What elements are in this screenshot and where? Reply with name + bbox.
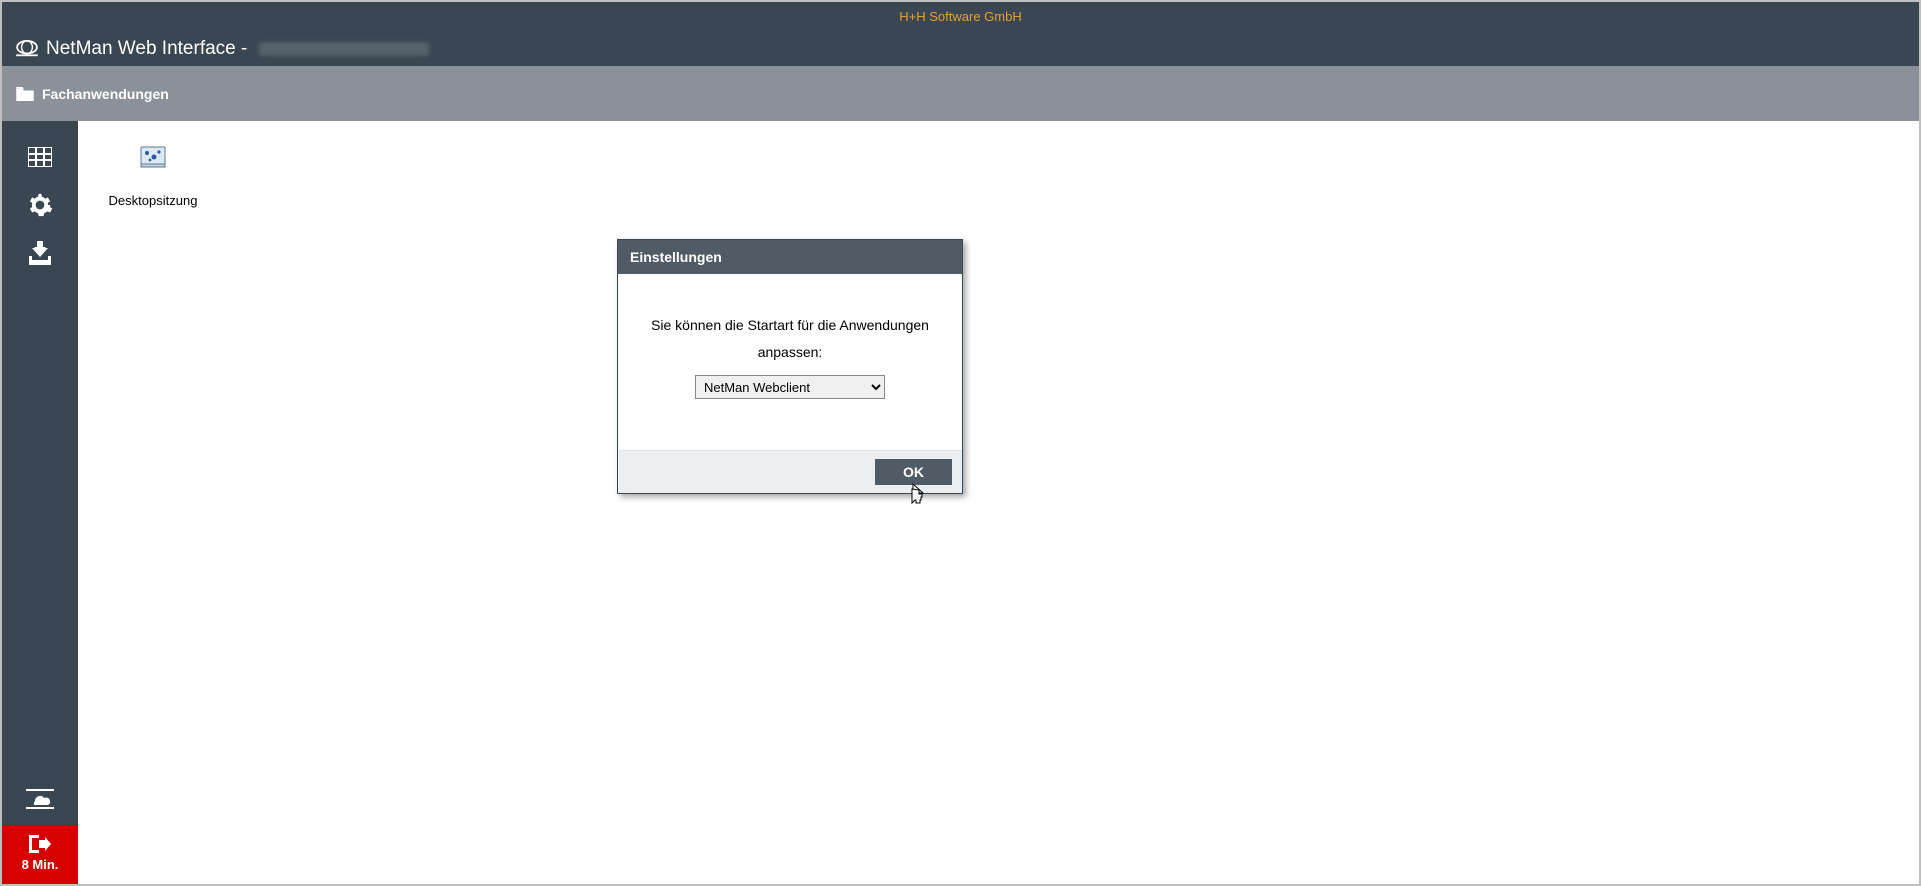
vendor-bar: H+H Software GmbH (2, 2, 1919, 32)
dialog-footer: OK (618, 451, 962, 493)
sidebar-item-grid[interactable] (2, 135, 78, 179)
startart-select[interactable]: NetMan Webclient (695, 375, 885, 399)
main-body: 8 Min. Desktopsitzung (2, 121, 1919, 884)
sidebar-item-settings[interactable] (2, 183, 78, 227)
logout-icon (29, 835, 51, 853)
sidebar-item-cloud[interactable] (2, 777, 78, 821)
settings-dialog: Einstellungen Sie können die Startart fü… (617, 239, 963, 494)
title-redacted (259, 42, 429, 56)
app-title: NetMan Web Interface - (46, 38, 247, 60)
folder-icon (16, 87, 34, 101)
dialog-message-line2: anpassen: (638, 339, 942, 366)
gear-icon (27, 192, 53, 218)
sidebar: 8 Min. (2, 121, 78, 884)
app-item-desktopsitzung[interactable]: Desktopsitzung (108, 145, 198, 208)
dialog-message-line1: Sie können die Startart für die Anwendun… (638, 312, 942, 339)
dialog-title: Einstellungen (618, 240, 962, 274)
title-bar: NetMan Web Interface - (2, 32, 1919, 66)
breadcrumb-bar: Fachanwendungen (2, 66, 1919, 121)
cloud-icon (26, 789, 54, 809)
app-item-label: Desktopsitzung (108, 193, 198, 208)
content-area: Desktopsitzung (78, 121, 1919, 884)
app-logo-icon (16, 40, 38, 58)
dialog-body: Sie können die Startart für die Anwendun… (618, 274, 962, 451)
download-icon (29, 241, 51, 265)
desktop-session-icon (140, 145, 166, 171)
breadcrumb-label: Fachanwendungen (42, 86, 169, 102)
app-window: H+H Software GmbH NetMan Web Interface -… (2, 2, 1919, 884)
grid-icon (28, 147, 52, 167)
ok-button[interactable]: OK (875, 459, 952, 485)
logout-label: 8 Min. (22, 857, 59, 872)
sidebar-item-download[interactable] (2, 231, 78, 275)
vendor-label: H+H Software GmbH (899, 9, 1021, 24)
sidebar-item-logout[interactable]: 8 Min. (2, 825, 78, 884)
